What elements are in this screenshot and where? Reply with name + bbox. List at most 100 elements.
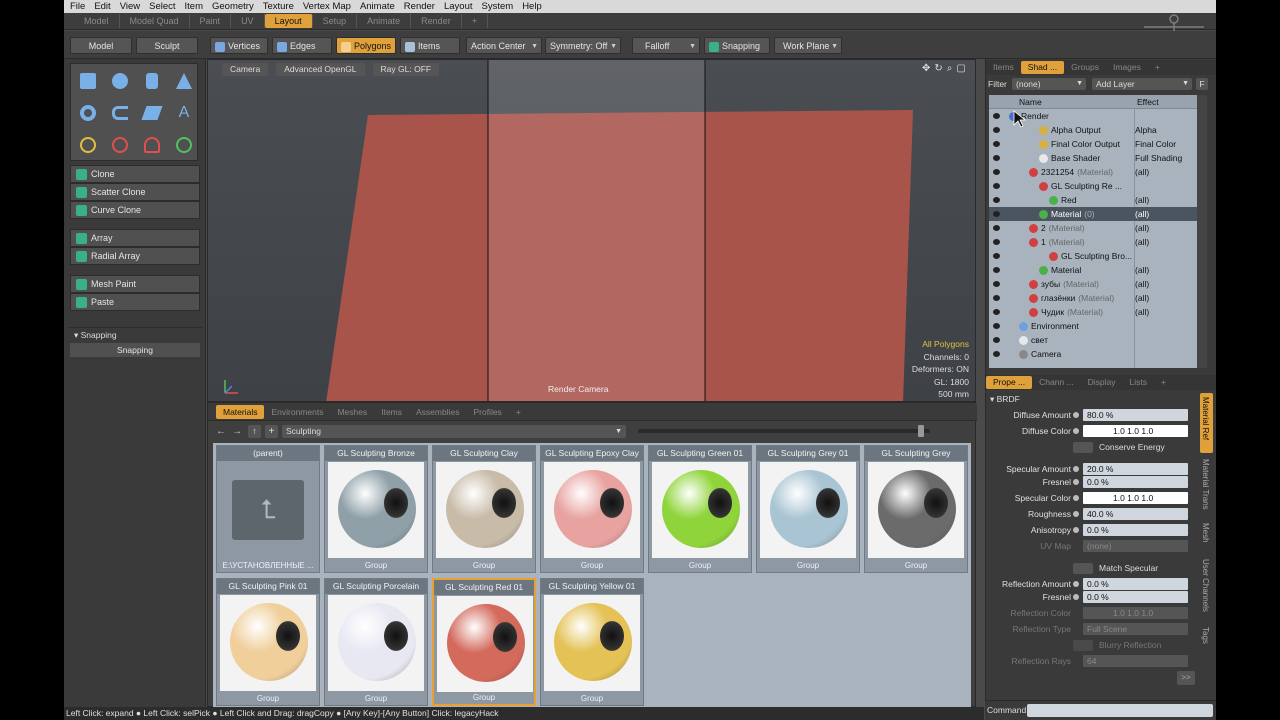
- material-thumbnail[interactable]: GL Sculpting Grey Group: [864, 445, 968, 573]
- diffuse-amount-field[interactable]: 80.0 %: [1083, 409, 1188, 421]
- shader-tree-row[interactable]: Base Shader Full Shading: [989, 151, 1197, 165]
- match-specular-checkbox[interactable]: [1073, 563, 1093, 574]
- side-tab-material-trans[interactable]: Material Trans: [1200, 457, 1213, 517]
- material-thumbnail[interactable]: GL Sculpting Pink 01 Group: [216, 578, 320, 706]
- tab-environments[interactable]: Environments: [264, 405, 330, 419]
- material-thumbnail[interactable]: (parent) ⮤ E:\УСТАНОВЛЕННЫЕ ...: [216, 445, 320, 573]
- back-arrow-icon[interactable]: ←: [216, 426, 226, 437]
- tab-model-quad[interactable]: Model Quad: [120, 14, 190, 28]
- brdf-section-header[interactable]: ▾ BRDF: [990, 394, 1020, 405]
- scale-tool[interactable]: [137, 130, 167, 160]
- material-thumbnail[interactable]: GL Sculpting Clay Group: [432, 445, 536, 573]
- visibility-eye-icon[interactable]: [993, 281, 1000, 287]
- items-button[interactable]: Items: [400, 37, 460, 54]
- animate-dot-icon[interactable]: [1073, 594, 1079, 600]
- snapping-section-header[interactable]: ▾ Snapping: [68, 327, 202, 341]
- menu-select[interactable]: Select: [149, 1, 175, 12]
- sphere-tool[interactable]: [105, 66, 135, 96]
- material-thumbnail[interactable]: GL Sculpting Grey 01 Group: [756, 445, 860, 573]
- anisotropy-field[interactable]: 0.0 %: [1083, 524, 1188, 536]
- visibility-eye-icon[interactable]: [993, 239, 1000, 245]
- clone-button[interactable]: Clone: [70, 165, 200, 183]
- snapping-toggle-button[interactable]: Snapping: [70, 343, 200, 357]
- menu-vertex-map[interactable]: Vertex Map: [303, 1, 351, 12]
- pen-tool[interactable]: [137, 98, 167, 128]
- side-tab-mesh[interactable]: Mesh: [1200, 521, 1213, 551]
- tab-display[interactable]: Display: [1081, 376, 1123, 389]
- visibility-eye-icon[interactable]: [993, 253, 1000, 259]
- tab-profiles[interactable]: Profiles: [466, 405, 508, 419]
- tab-shader-tree[interactable]: Shad ...: [1020, 61, 1065, 74]
- cube-tool[interactable]: [73, 66, 103, 96]
- visibility-eye-icon[interactable]: [993, 169, 1000, 175]
- fresnel-field[interactable]: 0.0 %: [1083, 476, 1188, 488]
- command-input[interactable]: [1027, 704, 1213, 717]
- tab-add[interactable]: +: [509, 405, 528, 419]
- conserve-energy-checkbox[interactable]: [1073, 442, 1093, 453]
- tab-model[interactable]: Model: [74, 14, 120, 28]
- visibility-eye-icon[interactable]: [993, 211, 1000, 217]
- filter-f-button[interactable]: F: [1196, 78, 1208, 90]
- cone-tool[interactable]: [169, 66, 199, 96]
- shader-tree-row[interactable]: Material (0) (all): [989, 207, 1197, 221]
- tab-paint[interactable]: Paint: [190, 14, 232, 28]
- visibility-eye-icon[interactable]: [993, 295, 1000, 301]
- shader-tree-row[interactable]: GL Sculpting Bro...: [989, 249, 1197, 263]
- 3d-viewport[interactable]: Camera Advanced OpenGL Ray GL: OFF ✥↻⌕▢ …: [207, 59, 976, 402]
- visibility-eye-icon[interactable]: [993, 183, 1000, 189]
- vertices-button[interactable]: Vertices: [210, 37, 268, 54]
- array-button[interactable]: Array: [70, 229, 200, 247]
- rotate-tool[interactable]: [105, 130, 135, 160]
- specular-amount-field[interactable]: 20.0 %: [1083, 463, 1188, 475]
- tab-animate[interactable]: Animate: [357, 14, 412, 28]
- reflection-type-dropdown[interactable]: Full Scene: [1083, 623, 1188, 635]
- scatter-clone-button[interactable]: Scatter Clone: [70, 183, 200, 201]
- shader-tree-row[interactable]: 2321254 (Material) (all): [989, 165, 1197, 179]
- add-icon[interactable]: +: [265, 424, 278, 438]
- animate-dot-icon[interactable]: [1073, 428, 1079, 434]
- tab-meshes[interactable]: Meshes: [330, 405, 374, 419]
- tab-assemblies[interactable]: Assemblies: [409, 405, 466, 419]
- sculpt-button[interactable]: Sculpt: [136, 37, 198, 54]
- visibility-eye-icon[interactable]: [993, 309, 1000, 315]
- curve-tool[interactable]: [105, 98, 135, 128]
- more-options-button[interactable]: >>: [1177, 671, 1195, 685]
- edges-button[interactable]: Edges: [272, 37, 332, 54]
- tab-uv[interactable]: UV: [231, 14, 265, 28]
- visibility-eye-icon[interactable]: [993, 113, 1000, 119]
- cylinder-tool[interactable]: [137, 66, 167, 96]
- up-folder-icon[interactable]: ↑: [248, 424, 261, 438]
- visibility-eye-icon[interactable]: [993, 267, 1000, 273]
- transform-tool[interactable]: [169, 130, 199, 160]
- specular-color-field[interactable]: 1.0 1.0 1.0: [1083, 492, 1188, 504]
- animate-dot-icon[interactable]: [1073, 479, 1079, 485]
- menu-system[interactable]: System: [482, 1, 514, 12]
- visibility-eye-icon[interactable]: [993, 337, 1000, 343]
- maximize-icon[interactable]: ▢: [956, 63, 969, 74]
- uv-map-dropdown[interactable]: (none): [1083, 540, 1188, 552]
- model-button[interactable]: Model: [70, 37, 132, 54]
- reflection-rays-field[interactable]: 64: [1083, 655, 1188, 667]
- visibility-eye-icon[interactable]: [993, 127, 1000, 133]
- tab-add-panel[interactable]: +: [1148, 61, 1167, 74]
- reflection-fresnel-field[interactable]: 0.0 %: [1083, 591, 1188, 603]
- raygl-toggle[interactable]: Ray GL: OFF: [372, 62, 440, 76]
- blurry-reflection-checkbox[interactable]: [1073, 640, 1093, 651]
- symmetry-dropdown[interactable]: Symmetry: Off ▼: [545, 37, 621, 54]
- tab-lists[interactable]: Lists: [1123, 376, 1154, 389]
- shader-tree-row[interactable]: Final Color Output Final Color: [989, 137, 1197, 151]
- curve-clone-button[interactable]: Curve Clone: [70, 201, 200, 219]
- shader-tree-row[interactable]: Red (all): [989, 193, 1197, 207]
- visibility-eye-icon[interactable]: [993, 141, 1000, 147]
- visibility-eye-icon[interactable]: [993, 197, 1000, 203]
- reflection-amount-field[interactable]: 0.0 %: [1083, 578, 1188, 590]
- action-center-dropdown[interactable]: Action Center ▼: [466, 37, 542, 54]
- work-plane-dropdown[interactable]: Work Plane ▼: [774, 37, 842, 54]
- material-thumbnail[interactable]: GL Sculpting Bronze Group: [324, 445, 428, 573]
- side-tab-tags[interactable]: Tags: [1200, 625, 1213, 655]
- tab-groups[interactable]: Groups: [1064, 61, 1106, 74]
- shader-tree-scrollbar[interactable]: [1197, 95, 1207, 368]
- path-dropdown[interactable]: Sculpting ▼: [282, 424, 626, 438]
- falloff-dropdown[interactable]: Falloff ▼: [632, 37, 700, 54]
- pan-icon[interactable]: ✥: [922, 63, 934, 74]
